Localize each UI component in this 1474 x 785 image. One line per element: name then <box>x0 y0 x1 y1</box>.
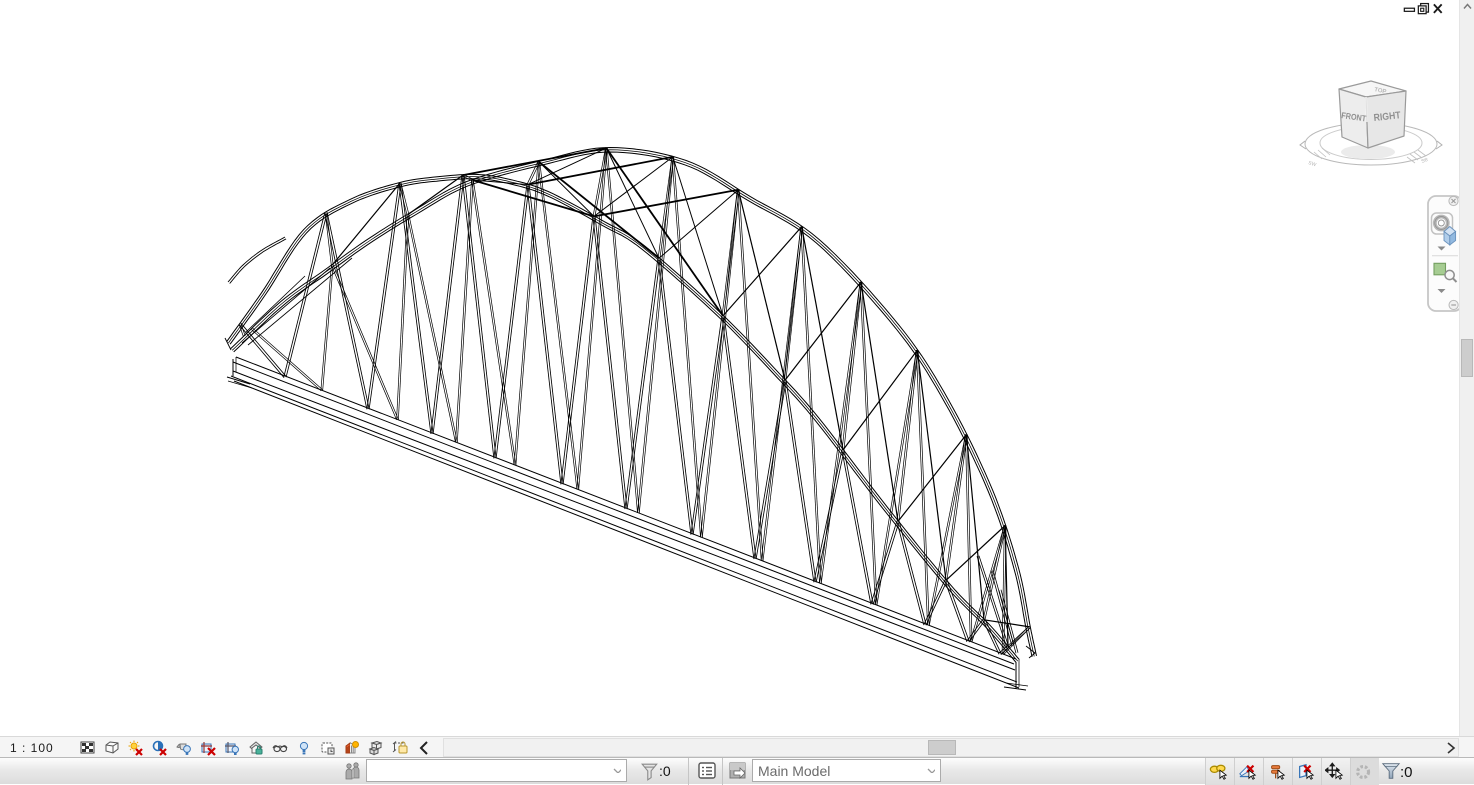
svg-text:sw: sw <box>1307 159 1317 168</box>
svg-text:se: se <box>1420 156 1429 165</box>
